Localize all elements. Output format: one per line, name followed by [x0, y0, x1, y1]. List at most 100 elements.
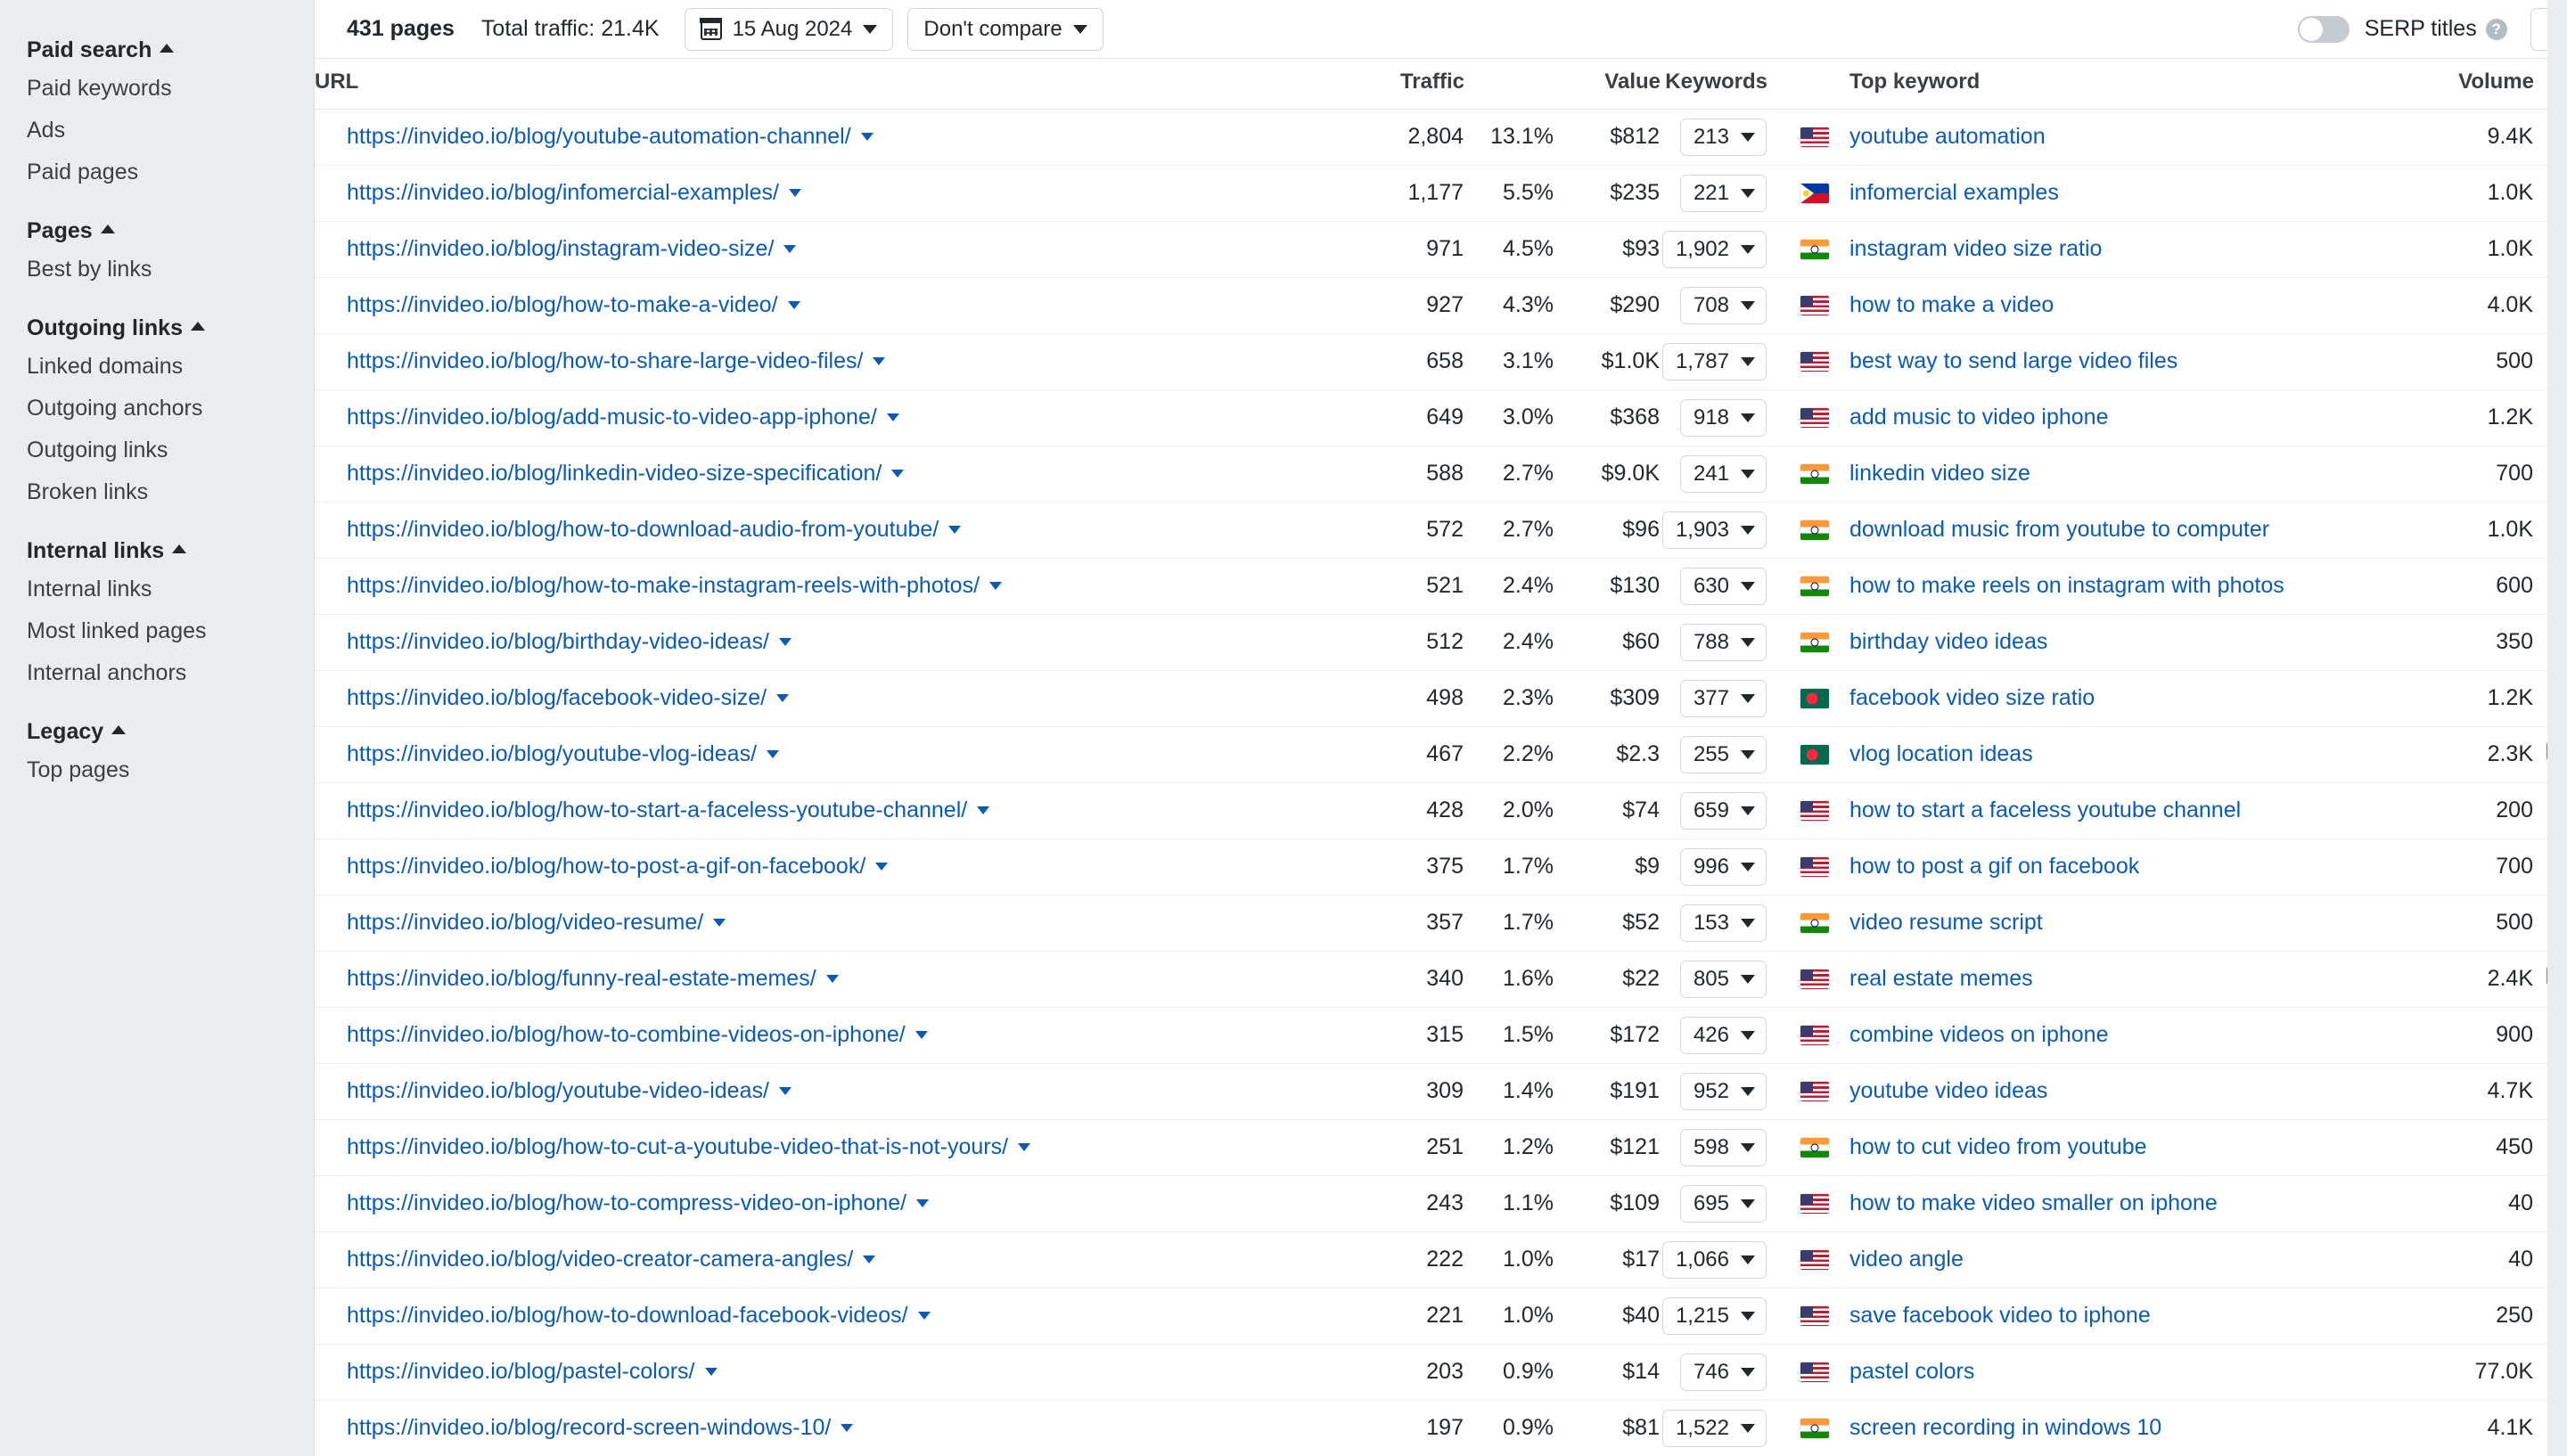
sidebar-item-best-by-links[interactable]: Best by links — [0, 249, 314, 290]
top-keyword-link[interactable]: best way to send large video files — [1849, 348, 2177, 373]
compare-dropdown-button[interactable]: Don't compare — [907, 7, 1103, 51]
url-link[interactable]: https://invideo.io/blog/how-to-make-a-vi… — [347, 292, 778, 318]
keywords-dropdown[interactable]: 659 — [1679, 791, 1767, 830]
top-keyword-link[interactable]: linkedin video size — [1849, 461, 2030, 486]
url-link[interactable]: https://invideo.io/blog/linkedin-video-s… — [347, 461, 882, 487]
column-header-url[interactable]: URL — [315, 59, 1331, 110]
column-header-value[interactable]: Value — [1554, 59, 1661, 110]
url-dropdown-caret-icon[interactable] — [886, 413, 899, 421]
url-link[interactable]: https://invideo.io/blog/how-to-share-lar… — [347, 348, 863, 374]
keywords-dropdown[interactable]: 952 — [1679, 1072, 1767, 1110]
url-dropdown-caret-icon[interactable] — [841, 1424, 854, 1432]
sidebar-item-broken-links[interactable]: Broken links — [0, 471, 314, 513]
url-dropdown-caret-icon[interactable] — [873, 357, 886, 365]
url-link[interactable]: https://invideo.io/blog/video-resume/ — [347, 910, 703, 936]
url-link[interactable]: https://invideo.io/blog/instagram-video-… — [347, 236, 774, 262]
top-keyword-link[interactable]: video resume script — [1849, 910, 2043, 935]
top-keyword-link[interactable]: add music to video iphone — [1849, 405, 2108, 429]
keywords-dropdown[interactable]: 1,522 — [1661, 1409, 1767, 1447]
url-dropdown-caret-icon[interactable] — [914, 1031, 928, 1039]
url-dropdown-caret-icon[interactable] — [767, 750, 780, 758]
url-link[interactable]: https://invideo.io/blog/how-to-download-… — [347, 517, 939, 543]
top-keyword-link[interactable]: infomercial examples — [1849, 180, 2059, 205]
url-dropdown-caret-icon[interactable] — [875, 863, 889, 871]
url-link[interactable]: https://invideo.io/blog/add-music-to-vid… — [347, 405, 877, 430]
sidebar-group-header-pages[interactable]: Pages — [0, 213, 314, 249]
url-dropdown-caret-icon[interactable] — [713, 919, 726, 927]
url-link[interactable]: https://invideo.io/blog/video-creator-ca… — [347, 1247, 853, 1272]
url-link[interactable]: https://invideo.io/blog/youtube-vlog-ide… — [347, 741, 757, 767]
url-dropdown-caret-icon[interactable] — [917, 1312, 931, 1320]
url-link[interactable]: https://invideo.io/blog/youtube-automati… — [347, 124, 851, 150]
column-header-keywords[interactable]: Keywords — [1661, 59, 1776, 110]
url-link[interactable]: https://invideo.io/blog/funny-real-estat… — [347, 966, 816, 992]
top-keyword-link[interactable]: real estate memes — [1849, 966, 2033, 991]
url-dropdown-caret-icon[interactable] — [916, 1199, 930, 1207]
keywords-dropdown[interactable]: 1,215 — [1661, 1296, 1767, 1335]
keywords-dropdown[interactable]: 695 — [1679, 1184, 1767, 1223]
keywords-dropdown[interactable]: 221 — [1679, 174, 1767, 212]
top-keyword-link[interactable]: facebook video size ratio — [1849, 685, 2095, 710]
keywords-dropdown[interactable]: 426 — [1679, 1016, 1767, 1054]
serp-titles-help-icon[interactable]: ? — [2485, 18, 2507, 40]
url-dropdown-caret-icon[interactable] — [776, 694, 790, 702]
url-dropdown-caret-icon[interactable] — [787, 301, 800, 309]
keywords-dropdown[interactable]: 708 — [1679, 286, 1767, 324]
keywords-dropdown[interactable]: 805 — [1679, 960, 1767, 998]
top-keyword-link[interactable]: youtube automation — [1849, 124, 2046, 149]
url-link[interactable]: https://invideo.io/blog/infomercial-exam… — [347, 180, 779, 206]
sidebar-item-top-pages[interactable]: Top pages — [0, 749, 314, 791]
url-link[interactable]: https://invideo.io/blog/how-to-download-… — [347, 1303, 908, 1329]
top-keyword-link[interactable]: how to cut video from youtube — [1849, 1134, 2147, 1159]
top-keyword-link[interactable]: youtube video ideas — [1849, 1078, 2047, 1103]
url-link[interactable]: https://invideo.io/blog/youtube-video-id… — [347, 1078, 769, 1104]
date-picker-button[interactable]: 15 Aug 2024 — [684, 7, 894, 51]
url-dropdown-caret-icon[interactable] — [977, 806, 990, 814]
sidebar-group-header-internal-links[interactable]: Internal links — [0, 533, 314, 568]
keywords-dropdown[interactable]: 918 — [1679, 398, 1767, 437]
top-keyword-link[interactable]: screen recording in windows 10 — [1849, 1415, 2161, 1440]
keywords-dropdown[interactable]: 1,903 — [1661, 511, 1767, 549]
url-dropdown-caret-icon[interactable] — [788, 189, 801, 197]
column-header-volume[interactable]: Volume — [2418, 59, 2534, 110]
url-link[interactable]: https://invideo.io/blog/how-to-post-a-gi… — [347, 854, 865, 879]
column-header-traffic[interactable]: Traffic — [1331, 59, 1464, 110]
url-link[interactable]: https://invideo.io/blog/how-to-combine-v… — [347, 1022, 906, 1048]
url-link[interactable]: https://invideo.io/blog/how-to-make-inst… — [347, 573, 980, 599]
top-keyword-link[interactable]: download music from youtube to computer — [1849, 517, 2269, 542]
top-keyword-link[interactable]: how to make video smaller on iphone — [1849, 1190, 2218, 1215]
top-keyword-link[interactable]: birthday video ideas — [1849, 629, 2047, 654]
keywords-dropdown[interactable]: 1,902 — [1661, 230, 1767, 268]
sidebar-item-linked-domains[interactable]: Linked domains — [0, 346, 314, 388]
keywords-dropdown[interactable]: 1,066 — [1661, 1240, 1767, 1279]
url-link[interactable]: https://invideo.io/blog/how-to-cut-a-you… — [347, 1134, 1008, 1160]
url-dropdown-caret-icon[interactable] — [891, 470, 905, 478]
keywords-dropdown[interactable]: 1,787 — [1661, 342, 1767, 380]
serp-titles-toggle[interactable] — [2297, 15, 2350, 43]
sidebar-group-header-legacy[interactable]: Legacy — [0, 714, 314, 749]
keywords-dropdown[interactable]: 241 — [1679, 454, 1767, 493]
sidebar-item-internal-anchors[interactable]: Internal anchors — [0, 652, 314, 694]
keywords-dropdown[interactable]: 788 — [1679, 623, 1767, 661]
top-keyword-link[interactable]: how to make reels on instagram with phot… — [1849, 573, 2284, 598]
sidebar-item-paid-keywords[interactable]: Paid keywords — [0, 68, 314, 110]
url-dropdown-caret-icon[interactable] — [778, 638, 791, 646]
top-keyword-link[interactable]: video angle — [1849, 1247, 1964, 1272]
column-header-top-keyword[interactable]: Top keyword — [1830, 59, 2418, 110]
top-keyword-link[interactable]: vlog location ideas — [1849, 741, 2033, 766]
url-dropdown-caret-icon[interactable] — [860, 133, 873, 141]
keywords-dropdown[interactable]: 996 — [1679, 847, 1767, 886]
sidebar-item-outgoing-links[interactable]: Outgoing links — [0, 429, 314, 471]
sidebar-item-internal-links[interactable]: Internal links — [0, 568, 314, 610]
sidebar-group-header-outgoing-links[interactable]: Outgoing links — [0, 310, 314, 346]
top-keyword-link[interactable]: how to post a gif on facebook — [1849, 854, 2139, 879]
url-dropdown-caret-icon[interactable] — [948, 526, 962, 534]
url-link[interactable]: https://invideo.io/blog/pastel-colors/ — [347, 1359, 695, 1385]
keywords-dropdown[interactable]: 213 — [1679, 118, 1767, 156]
keywords-dropdown[interactable]: 598 — [1679, 1128, 1767, 1166]
url-link[interactable]: https://invideo.io/blog/how-to-compress-… — [347, 1190, 906, 1216]
top-keyword-link[interactable]: how to start a faceless youtube channel — [1849, 798, 2241, 822]
sidebar-item-paid-pages[interactable]: Paid pages — [0, 151, 314, 193]
top-keyword-link[interactable]: instagram video size ratio — [1849, 236, 2102, 261]
url-dropdown-caret-icon[interactable] — [989, 582, 1003, 590]
